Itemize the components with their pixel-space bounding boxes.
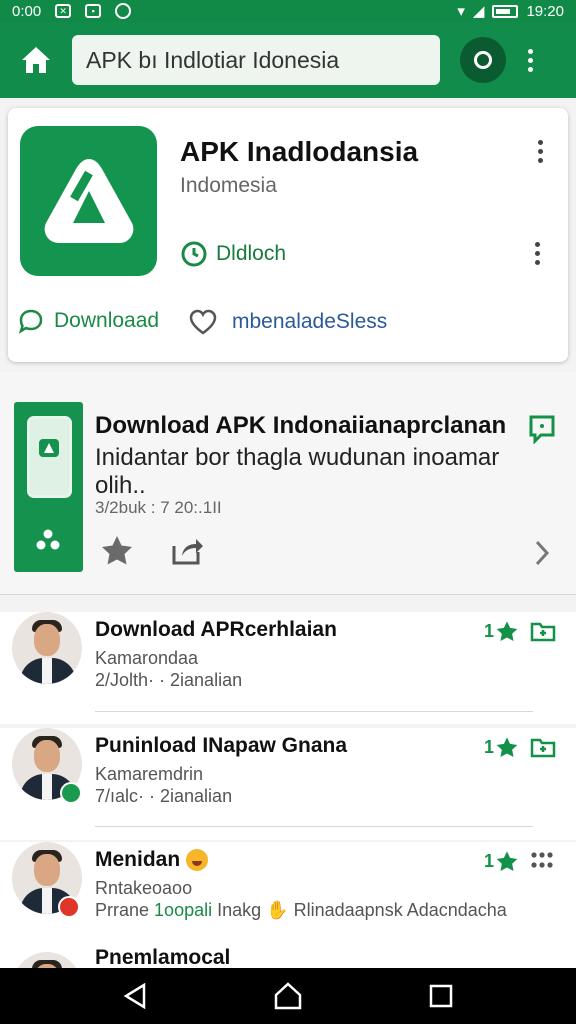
status-clock: 19:20 xyxy=(526,2,564,20)
search-input[interactable]: APK bı Indlotiar Idonesia xyxy=(72,35,440,85)
item-meta-tail: Rlinadaapnsk Adacndacha xyxy=(293,900,507,920)
item-subtitle: Kamaremdrin xyxy=(95,764,204,784)
star-icon xyxy=(496,851,518,871)
item-rating-value: 1 xyxy=(484,620,495,641)
app-subtitle: Indomesia xyxy=(180,174,277,197)
item-title-text: Menidan xyxy=(95,848,181,871)
featured-thumbnail xyxy=(14,402,83,572)
more-vert-icon[interactable] xyxy=(538,140,543,163)
home-icon xyxy=(22,47,50,73)
list-item[interactable]: Menidan Rntakeoaoo Prrane 1oopali Inakg … xyxy=(0,842,576,954)
item-title: Menidan xyxy=(95,848,209,872)
heart-icon xyxy=(189,309,217,335)
download-label: Downloaad xyxy=(54,309,160,332)
avatar xyxy=(12,952,82,968)
more-vert-icon[interactable] xyxy=(528,48,533,72)
item-meta-highlight: 1oopali xyxy=(154,900,213,920)
item-rating: 1 xyxy=(484,620,519,642)
item-rating-value: 1 xyxy=(484,850,495,871)
list-item[interactable]: Download APRcerhlaian Kamarondaa 2/Jolth… xyxy=(0,612,576,724)
circle-button[interactable] xyxy=(460,37,506,83)
item-rating-value: 1 xyxy=(484,736,495,757)
item-subtitle: Rntakeoaoo xyxy=(95,878,193,898)
signal-icon: ◢ xyxy=(472,3,485,20)
notification-x-icon: ✕ xyxy=(55,4,72,18)
featured-card[interactable]: Download APK Indonaiianaprclanan Inidant… xyxy=(0,372,576,594)
home-button[interactable] xyxy=(0,22,72,98)
item-rating: 1 xyxy=(484,736,519,758)
share-icon[interactable] xyxy=(170,534,204,566)
item-title: Download APRcerhlaian xyxy=(95,618,337,641)
app-bar: APK bı Indlotiar Idonesia xyxy=(0,22,576,98)
search-text: APK bı Indlotiar Idonesia xyxy=(86,46,340,73)
item-meta: 7/ıalc· · 2ianalian xyxy=(95,786,233,806)
status-bar: 0:00 ✕ ▪ ▾ ◢ 19:20 xyxy=(0,0,576,22)
item-meta: Prrane 1oopali Inakg ✋ Rlinadaapnsk Adac… xyxy=(95,900,507,921)
item-meta-prefix: Prrane xyxy=(95,900,150,920)
clock-icon xyxy=(181,241,207,267)
app-meta-text: Dldloch xyxy=(216,242,287,265)
home-nav-icon[interactable] xyxy=(273,981,303,1011)
featured-description: Inidantar bor thagla wudunan inoamar oli… xyxy=(95,444,500,499)
navigation-bar xyxy=(0,968,576,1024)
list-item[interactable]: Puninload INapaw Gnana Kamaremdrin 7/ıal… xyxy=(0,728,576,840)
chat-icon xyxy=(18,309,43,334)
avatar xyxy=(12,612,82,684)
divider xyxy=(95,826,533,827)
star-icon xyxy=(496,737,518,757)
featured-meta: 3/2buk : 7 20:.1II xyxy=(95,498,222,517)
recents-icon[interactable] xyxy=(428,983,454,1009)
emoji-icon xyxy=(186,849,209,872)
app-card[interactable]: APK Inadlodansia Indomesia Dldloch Downl… xyxy=(8,108,568,362)
chat-box-icon[interactable] xyxy=(528,414,556,444)
item-meta-mid: Inakg xyxy=(217,900,262,920)
divider xyxy=(95,711,533,712)
wifi-icon: ▾ xyxy=(457,3,465,20)
favorite-link[interactable]: mbenaladeSless xyxy=(188,308,387,336)
featured-title: Download APK Indonaiianaprclanan xyxy=(95,412,507,439)
bookmark-icon[interactable] xyxy=(530,620,556,642)
favorite-label: mbenaladeSless xyxy=(232,310,388,333)
notification-timer-icon xyxy=(115,3,132,19)
chevron-right-icon[interactable] xyxy=(532,538,552,568)
item-rating: 1 xyxy=(484,850,519,872)
item-subtitle: Kamarondaa xyxy=(95,648,199,668)
star-icon[interactable] xyxy=(100,534,134,566)
back-icon[interactable] xyxy=(122,982,148,1010)
app-logo-icon xyxy=(20,126,157,276)
app-meta: Dldloch xyxy=(180,240,286,268)
phone-icon xyxy=(27,416,72,498)
download-link[interactable]: Downloaad xyxy=(18,308,159,334)
circle-icon xyxy=(474,51,492,69)
verified-badge-icon xyxy=(60,782,82,804)
status-time: 0:00 xyxy=(12,2,42,20)
item-title: Pnemlamocal xyxy=(95,948,231,968)
item-meta: 2/Jolth· · 2ianalian xyxy=(95,670,243,690)
grid-dots-icon xyxy=(36,529,60,550)
app-title: APK Inadlodansia xyxy=(180,136,419,167)
play-badge-icon xyxy=(58,896,80,918)
star-icon xyxy=(496,621,518,641)
bookmark-icon[interactable] xyxy=(530,736,556,758)
hand-icon: ✋ xyxy=(266,900,289,920)
list-item[interactable]: Pnemlamocal xyxy=(0,948,576,968)
grid-dots-icon[interactable] xyxy=(530,850,554,870)
notification-app-icon: ▪ xyxy=(85,4,102,18)
item-title: Puninload INapaw Gnana xyxy=(95,734,348,757)
divider xyxy=(0,594,576,595)
battery-icon xyxy=(492,4,519,18)
more-vert-icon[interactable] xyxy=(535,242,540,265)
